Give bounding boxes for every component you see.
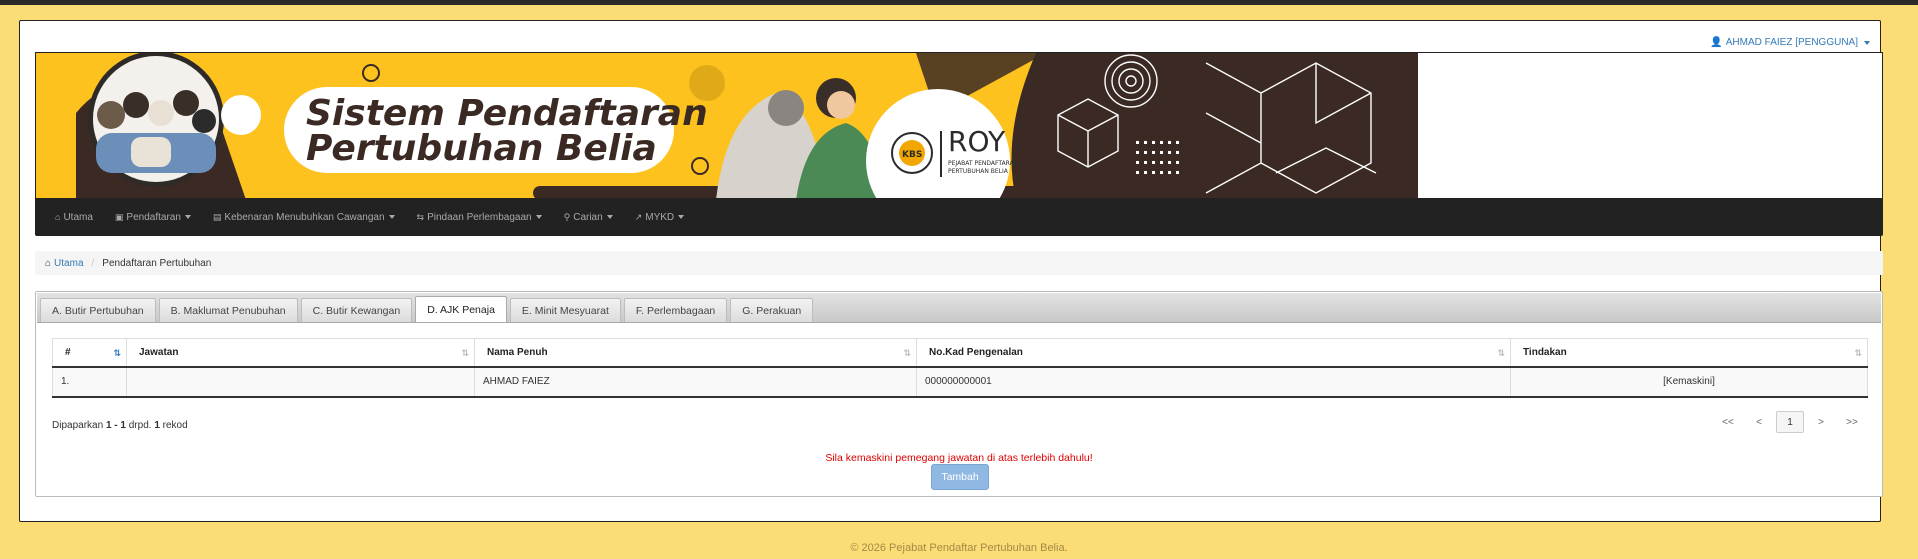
- col-no-kad[interactable]: No.Kad Pengenalan ⇅: [916, 338, 1511, 368]
- record-info-range: 1 - 1: [105, 420, 126, 431]
- tab-butir-pertubuhan[interactable]: A. Butir Pertubuhan: [40, 298, 156, 322]
- col-jawatan[interactable]: Jawatan ⇅: [126, 338, 475, 368]
- warning-message: Sila kemaskini pemegang jawatan di atas …: [825, 452, 1093, 464]
- chevron-down-icon: [388, 215, 395, 219]
- home-icon: ⌂: [45, 257, 52, 269]
- nav-pendaftaran[interactable]: ▣ Pendaftaran: [115, 212, 191, 223]
- roy-logo-text: ROY: [948, 125, 1006, 158]
- folder-icon: ▤: [212, 211, 222, 222]
- record-info-total: 1: [154, 420, 160, 431]
- chevron-down-icon: [1864, 40, 1870, 45]
- main-navbar: ⌂ Utama ▣ Pendaftaran ▤ Kebenaran Menubu…: [35, 198, 1883, 236]
- footer-copyright: © 2026 Pejabat Pendaftar Pertubuhan Beli…: [850, 542, 1068, 554]
- tab-butir-kewangan[interactable]: C. Butir Kewangan: [300, 298, 413, 322]
- nav-carian[interactable]: ⚲ Carian: [564, 212, 613, 223]
- banner-illustration: Sistem Pendaftaran Pertubuhan Belia KBS …: [36, 53, 1418, 198]
- sort-asc-icon: ⇅: [113, 348, 121, 358]
- chevron-down-icon: [606, 215, 613, 219]
- file-icon: ▣: [114, 211, 124, 222]
- chevron-down-icon: [535, 215, 542, 219]
- cell-tindakan: [Kemaskini]: [1510, 366, 1868, 398]
- cell-nama: AHMAD FAIEZ: [474, 366, 917, 398]
- nav-carian-label: Carian: [573, 211, 603, 223]
- col-number-label: #: [65, 346, 71, 358]
- record-info-prefix: Dipaparkan: [52, 420, 104, 431]
- breadcrumb-separator: /: [91, 257, 95, 269]
- record-info: Dipaparkan 1 - 1 drpd. 1 rekod: [52, 420, 188, 431]
- banner-title-line2: Pertubuhan Belia: [306, 128, 657, 169]
- page-next-button[interactable]: >: [1807, 411, 1835, 433]
- page-number-button[interactable]: 1: [1776, 411, 1804, 433]
- nav-pindaan-label: Pindaan Perlembagaan: [427, 211, 532, 223]
- tab-container: A. Butir Pertubuhan B. Maklumat Penubuha…: [35, 291, 1883, 497]
- tambah-button[interactable]: Tambah: [931, 464, 989, 490]
- main-panel: 👤 AHMAD FAIEZ [PENGGUNA] Sistem Pendafta…: [19, 20, 1883, 522]
- external-icon: ↗: [634, 211, 643, 222]
- tab-bar: A. Butir Pertubuhan B. Maklumat Penubuha…: [37, 293, 1881, 323]
- cell-number: 1.: [52, 366, 127, 398]
- site-banner: Sistem Pendaftaran Pertubuhan Belia KBS …: [35, 52, 1883, 199]
- nav-utama-label: Utama: [63, 211, 93, 223]
- search-icon: ⚲: [563, 211, 571, 222]
- sort-icon: ⇅: [903, 348, 911, 358]
- breadcrumb-home-label: Utama: [54, 257, 84, 269]
- table-header-row: # ⇅ Jawatan ⇅ Nama Penuh ⇅ No.Kad Pengen…: [52, 338, 1868, 368]
- tab-maklumat-penubuhan[interactable]: B. Maklumat Penubuhan: [158, 298, 298, 322]
- chevron-down-icon: [678, 215, 685, 219]
- breadcrumb-home[interactable]: ⌂ Utama: [45, 258, 84, 269]
- nav-pendaftaran-label: Pendaftaran: [126, 211, 181, 223]
- col-nama-penuh[interactable]: Nama Penuh ⇅: [474, 338, 917, 368]
- col-nama-penuh-label: Nama Penuh: [487, 346, 548, 358]
- sort-icon: ⇅: [1854, 348, 1862, 358]
- col-tindakan[interactable]: Tindakan ⇅: [1510, 338, 1868, 368]
- sort-icon: ⇅: [461, 348, 469, 358]
- user-name: AHMAD FAIEZ [PENGGUNA]: [1725, 37, 1858, 48]
- col-jawatan-label: Jawatan: [139, 346, 179, 358]
- roy-logo-sub1: PEJABAT PENDAFTARAN: [948, 160, 1018, 167]
- table-row: 1. AHMAD FAIEZ 000000000001 [Kemaskini]: [52, 366, 1868, 398]
- page-last-button[interactable]: >>: [1838, 411, 1866, 433]
- nav-mykd[interactable]: ↗ MYKD: [634, 211, 685, 223]
- tab-perlembagaan[interactable]: F. Perlembagaan: [623, 298, 728, 322]
- kemaskini-link[interactable]: [Kemaskini]: [1663, 376, 1715, 387]
- nav-pindaan[interactable]: ⇆ Pindaan Perlembagaan: [417, 212, 542, 223]
- swap-icon: ⇆: [416, 211, 425, 222]
- page-prev-button[interactable]: <: [1745, 411, 1773, 433]
- pagination: << < 1 > >>: [1714, 411, 1866, 433]
- tab-ajk-penaja[interactable]: D. AJK Penaja: [415, 296, 507, 322]
- nav-utama[interactable]: ⌂ Utama: [55, 212, 93, 223]
- col-no-kad-label: No.Kad Pengenalan: [929, 346, 1023, 358]
- col-tindakan-label: Tindakan: [1523, 346, 1567, 358]
- user-icon: 👤: [1710, 37, 1723, 48]
- tab-minit-mesyuarat[interactable]: E. Minit Mesyuarat: [509, 298, 621, 322]
- cell-ic: 000000000001: [916, 366, 1511, 398]
- ajk-table: # ⇅ Jawatan ⇅ Nama Penuh ⇅ No.Kad Pengen…: [52, 338, 1868, 398]
- page-first-button[interactable]: <<: [1714, 411, 1742, 433]
- breadcrumb-current: Pendaftaran Pertubuhan: [102, 257, 212, 269]
- kbs-seal-text: KBS: [902, 150, 922, 160]
- nav-kebenaran[interactable]: ▤ Kebenaran Menubuhkan Cawangan: [213, 212, 395, 223]
- cell-jawatan: [126, 366, 475, 398]
- record-info-suffix: rekod: [162, 420, 188, 431]
- nav-kebenaran-label: Kebenaran Menubuhkan Cawangan: [224, 211, 385, 223]
- user-menu[interactable]: 👤 AHMAD FAIEZ [PENGGUNA]: [1710, 37, 1870, 48]
- sort-icon: ⇅: [1497, 348, 1505, 358]
- col-number[interactable]: # ⇅: [52, 338, 127, 368]
- chevron-down-icon: [184, 215, 191, 219]
- record-info-mid: drpd.: [128, 420, 152, 431]
- nav-mykd-label: MYKD: [645, 211, 675, 223]
- home-icon: ⌂: [55, 212, 61, 222]
- breadcrumb: ⌂ Utama / Pendaftaran Pertubuhan: [35, 251, 1883, 275]
- roy-logo-sub2: PERTUBUHAN BELIA: [948, 168, 1009, 175]
- tab-perakuan[interactable]: G. Perakuan: [730, 298, 814, 322]
- top-strip: [0, 0, 1918, 5]
